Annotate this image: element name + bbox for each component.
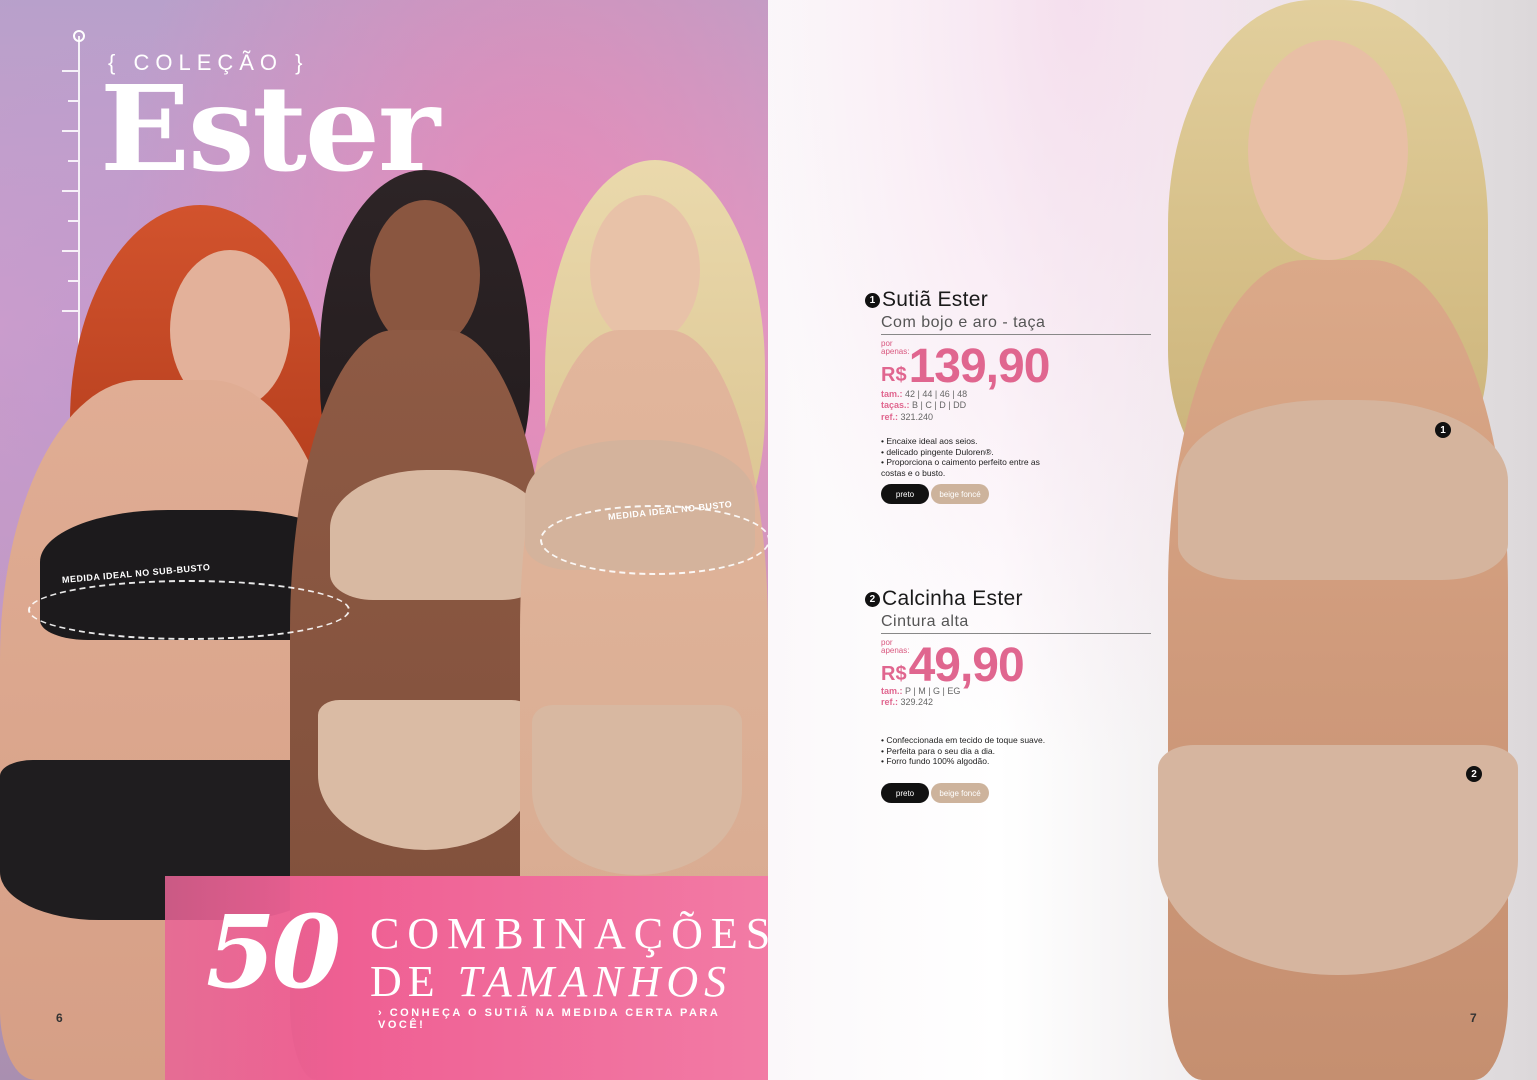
product-panty-features: • Confeccionada em tecido de toque suave…	[881, 735, 1051, 767]
product-panty-name: Calcinha Ester	[882, 587, 1023, 610]
ruler-tick	[62, 310, 78, 312]
color-swatch-black[interactable]: preto	[881, 484, 929, 504]
currency: R$	[881, 364, 907, 386]
price-value: 49,90	[908, 639, 1025, 692]
product-panty-price: R$ 49,90	[881, 639, 1025, 692]
sizes: P | M | G | EG	[905, 686, 961, 696]
ruler-dot	[73, 30, 85, 42]
page-number-left: 6	[56, 1011, 63, 1025]
banner-number: 50	[206, 893, 341, 1011]
product-number-badge: 1	[865, 292, 880, 308]
banner-cta[interactable]: › CONHEÇA O SUTIÃ NA MEDIDA CERTA PARA V…	[378, 1007, 768, 1031]
product-bra-name: Sutiã Ester	[882, 288, 989, 311]
feature: • Forro fundo 100% algodão.	[881, 756, 990, 767]
feature: • Perfeita para o seu dia a dia.	[881, 745, 996, 756]
ruler-tick	[68, 280, 78, 282]
product-number-badge: 2	[865, 591, 880, 607]
sub-bust-measure-line	[28, 580, 350, 640]
divider	[881, 633, 1151, 634]
cups-label: taças.:	[881, 400, 910, 411]
ref-label: ref.:	[881, 697, 899, 708]
feature: • Encaixe ideal aos seios.	[881, 436, 978, 446]
banner-line-1: COMBINAÇÕES	[370, 909, 768, 958]
feature: • delicado pingente Duloren®.	[881, 446, 994, 457]
ruler-tick	[62, 190, 78, 192]
product-bra-specs: tam.: 42 | 44 | 46 | 48 taças.: B | C | …	[881, 389, 967, 423]
product-panty-subtitle: Cintura alta	[881, 613, 969, 630]
banner-line-2-prefix: DE	[370, 957, 458, 1006]
product-panty-specs: tam.: P | M | G | EG ref.: 329.242	[881, 686, 960, 709]
product-bra-title: 1 Sutiã Ester	[865, 288, 1045, 312]
photo-marker-1: 1	[1435, 422, 1451, 438]
page-number-right: 7	[1470, 1011, 1477, 1025]
feature: • Confeccionada em tecido de toque suave…	[881, 735, 1046, 745]
banner-line-2: DE TAMANHOS	[370, 960, 732, 1004]
right-page: 1 2	[768, 0, 1537, 1080]
ruler-tick	[62, 130, 78, 132]
cups: B | C | D | DD	[912, 400, 967, 411]
ref: 321.240	[900, 411, 934, 422]
banner-line-2-italic: TAMANHOS	[457, 957, 733, 1006]
photo-marker-2: 2	[1466, 766, 1482, 782]
color-swatch-beige[interactable]: beige foncé	[931, 484, 989, 504]
ruler-tick	[68, 160, 78, 162]
collection-title: Ester	[100, 59, 440, 198]
price-value: 139,90	[908, 340, 1051, 393]
currency: R$	[881, 663, 907, 685]
product-panty: 2 Calcinha Ester Cintura alta por apenas…	[865, 587, 1151, 803]
product-bra-features: • Encaixe ideal aos seios. • delicado pi…	[881, 436, 1051, 479]
sizes: 42 | 44 | 46 | 48	[905, 389, 968, 399]
ruler-tick	[68, 220, 78, 222]
sizes-label: tam.:	[881, 686, 903, 696]
left-page: { COLEÇÃO } Ester MEDIDA IDEAL NO SUB-BU…	[0, 0, 768, 1080]
product-bra-subtitle: Com bojo e aro - taça	[881, 314, 1046, 331]
product-bra-price: R$ 139,90	[881, 340, 1051, 393]
color-swatch-beige[interactable]: beige foncé	[931, 783, 989, 803]
ruler-tick	[68, 100, 78, 102]
product-bra: 1 Sutiã Ester Com bojo e aro - taça por …	[865, 288, 1151, 504]
ref-label: ref.:	[881, 411, 899, 422]
ref: 329.242	[900, 697, 934, 708]
product-panty-title: 2 Calcinha Ester	[865, 587, 1023, 611]
feature: • Proporciona o caimento perfeito entre …	[881, 457, 1040, 478]
color-swatch-black[interactable]: preto	[881, 783, 929, 803]
ruler-tick	[62, 70, 78, 72]
divider	[881, 334, 1151, 335]
sizes-label: tam.:	[881, 389, 903, 399]
ruler-tick	[62, 250, 78, 252]
